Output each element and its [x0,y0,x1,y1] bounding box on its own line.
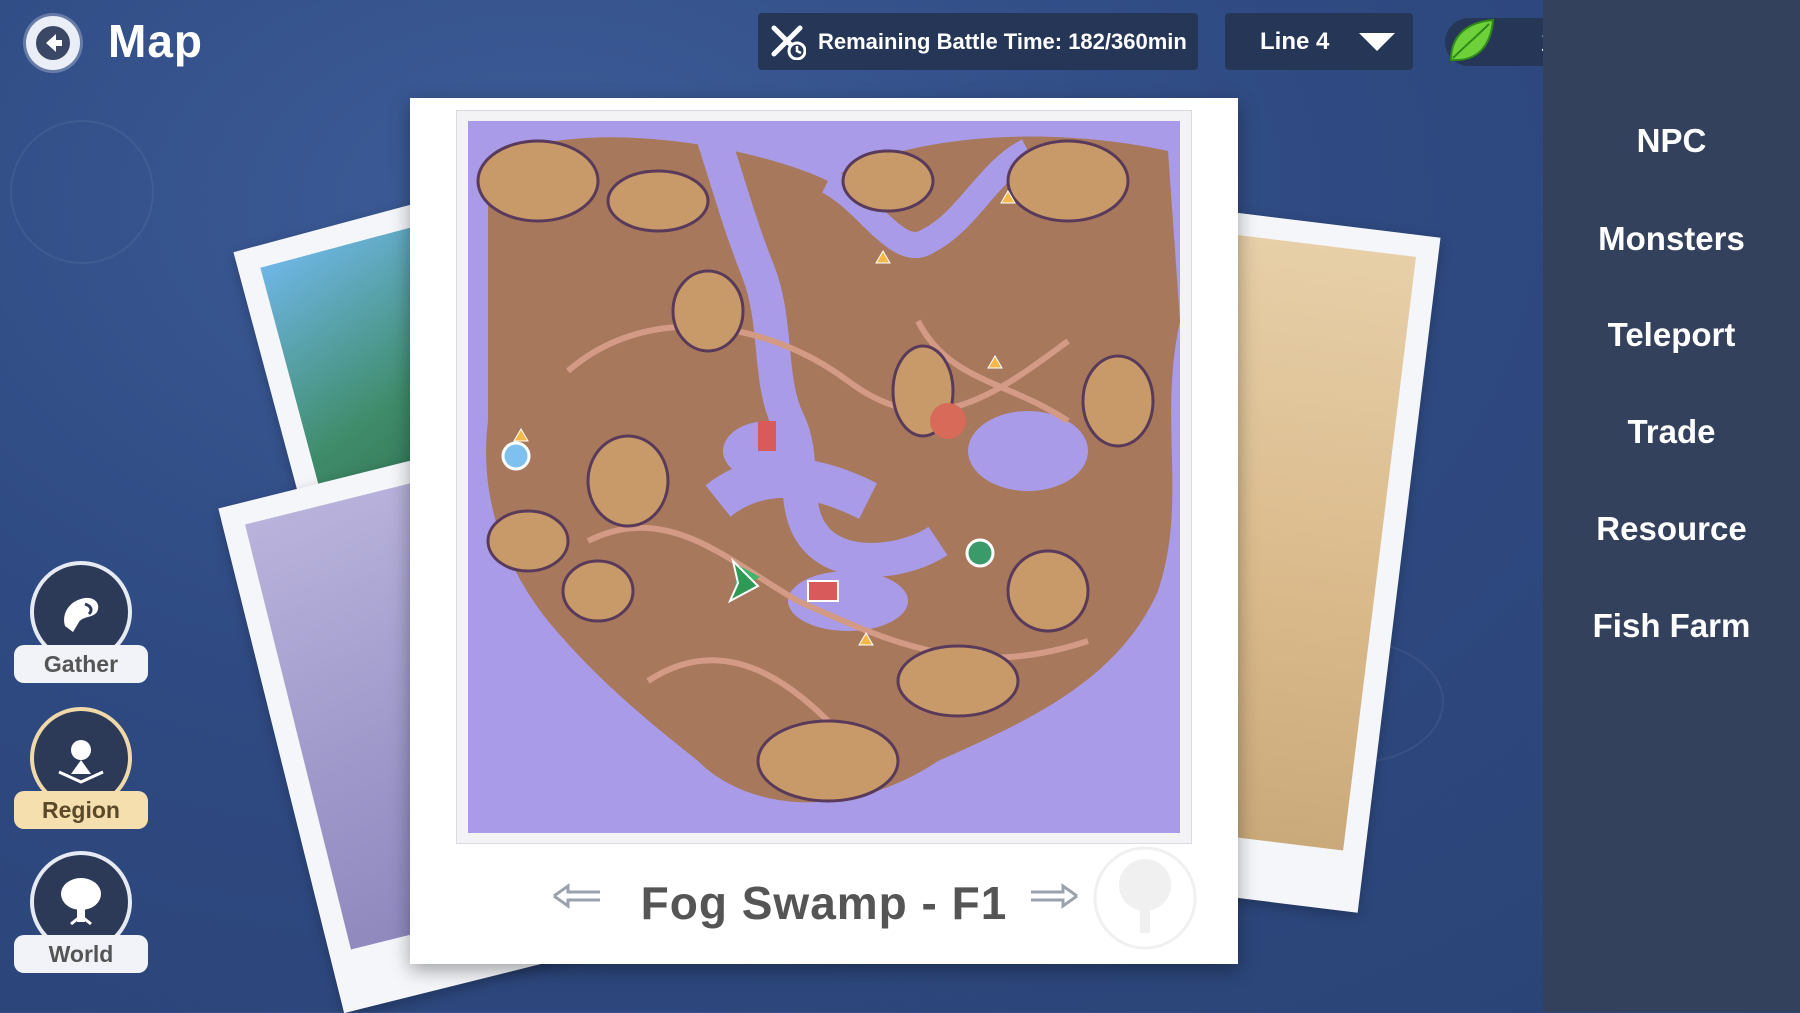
tree-watermark-icon [1090,843,1200,958]
line-selector-label: Line 4 [1260,27,1330,55]
crossed-swords-icon [758,24,818,60]
region-map[interactable] [468,121,1180,833]
filter-region[interactable]: Region [14,707,164,842]
back-arrow-icon [36,26,70,60]
filter-gather-label: Gather [14,645,148,683]
right-ornament-icon [1027,882,1081,915]
map-card: Fog Swamp - F1 [410,98,1238,964]
category-trade[interactable]: Trade [1543,413,1800,451]
category-panel: NPC Monsters Teleport Trade Resource Fis… [1543,0,1800,1012]
battle-time-text: Remaining Battle Time: 182/360min [818,28,1187,54]
category-monsters[interactable]: Monsters [1543,220,1800,258]
page-title: Map [108,15,203,67]
map-frame [456,110,1192,844]
back-button[interactable] [26,16,80,70]
category-resource[interactable]: Resource [1543,510,1800,548]
map-illustration [468,121,1180,833]
battle-time-display: Remaining Battle Time: 182/360min [758,13,1198,70]
leaf-icon [1449,18,1495,62]
bg-swirl [10,120,154,264]
line-selector[interactable]: Line 4 [1225,13,1413,70]
filter-gather[interactable]: Gather [14,561,164,696]
category-teleport[interactable]: Teleport [1543,316,1800,354]
filter-region-label: Region [14,791,148,829]
category-fish-farm[interactable]: Fish Farm [1543,607,1800,645]
filter-world[interactable]: World [14,851,164,986]
category-npc[interactable]: NPC [1543,122,1800,160]
chevron-down-icon [1359,33,1395,51]
filter-world-label: World [14,935,148,973]
